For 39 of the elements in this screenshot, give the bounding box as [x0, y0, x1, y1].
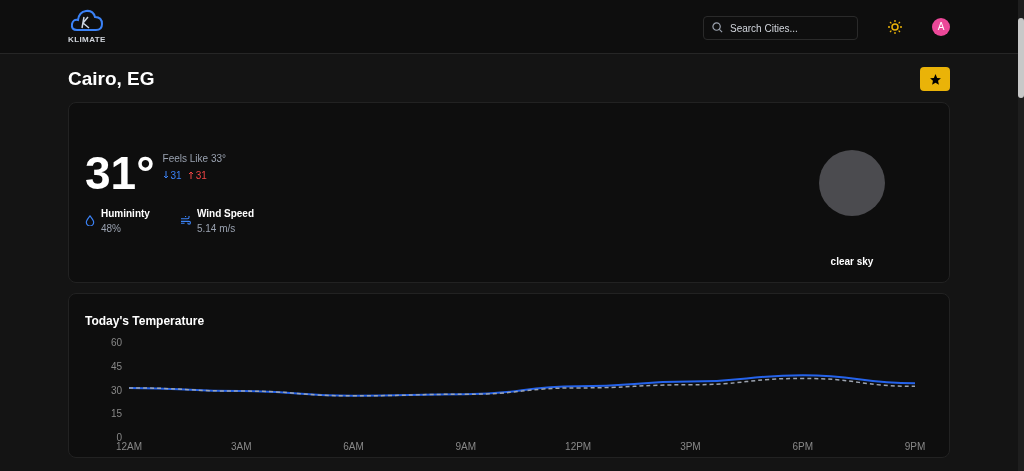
x-axis-label: 12AM — [115, 441, 143, 452]
y-axis-label: 15 — [110, 408, 122, 420]
y-axis-label: 0 — [116, 432, 122, 443]
star-icon — [928, 72, 942, 86]
x-axis-label: 9PM — [904, 441, 926, 452]
down-arrow-icon — [162, 171, 169, 179]
y-axis-label: 45 — [110, 360, 122, 372]
detail-label: Wind Speed — [196, 206, 255, 221]
y-axis-label: 30 — [110, 384, 122, 396]
cloud-logo-icon — [68, 7, 105, 34]
x-axis-label: 6PM — [792, 441, 813, 452]
detail-label: Humininty — [101, 206, 150, 221]
wind-icon — [179, 216, 191, 225]
favorite-button[interactable] — [920, 67, 950, 91]
x-axis-label: 9AM — [455, 441, 477, 452]
search-field[interactable]: Search Cities... — [703, 16, 858, 40]
user-avatar[interactable]: A — [932, 17, 950, 36]
x-axis-label: 3AM — [231, 441, 252, 452]
droplet-icon — [85, 215, 95, 226]
x-axis-label: 12PM — [565, 441, 592, 452]
search-icon — [712, 21, 723, 33]
x-axis-label: 6AM — [343, 441, 364, 452]
y-axis-label: 60 — [110, 337, 122, 348]
city-name: Cairo, EG — [68, 66, 155, 91]
detail-value: 48% — [101, 221, 122, 236]
theme-toggle-button[interactable] — [886, 17, 904, 36]
up-arrow-icon — [187, 171, 194, 179]
detail-value: 5.14 m/s — [196, 221, 237, 236]
min-temperature: 31 — [162, 167, 182, 183]
sun-icon — [887, 18, 903, 35]
chart-title: Today's Temperature — [85, 313, 206, 330]
x-axis-label: 3PM — [680, 441, 701, 452]
logo-text: KLIMATE — [68, 33, 106, 46]
weather-description: clear sky — [830, 255, 874, 269]
scrollbar[interactable] — [1018, 0, 1024, 471]
weather-icon-placeholder — [819, 150, 885, 216]
max-temperature: 31 — [187, 167, 207, 183]
feels-like-text: Feels Like 33° — [162, 151, 227, 166]
temperature-value: 31° — [85, 149, 155, 196]
